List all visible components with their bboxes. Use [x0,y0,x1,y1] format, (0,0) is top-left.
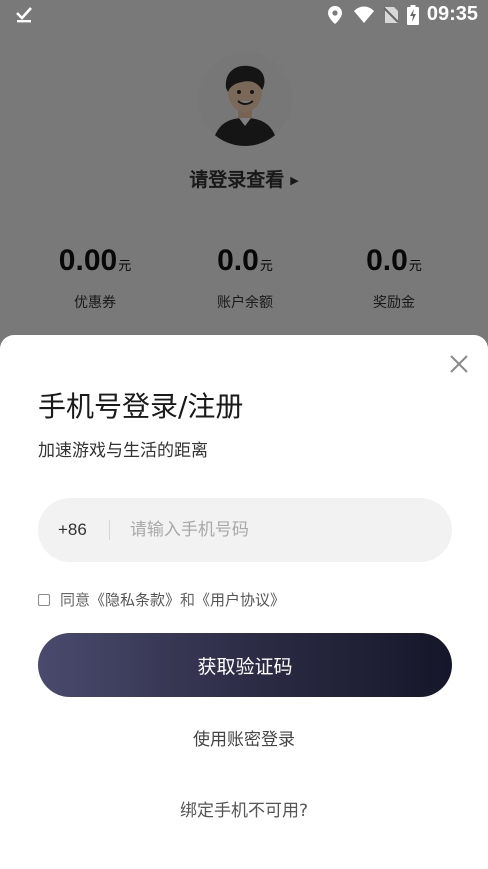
close-icon[interactable] [448,353,470,375]
agree-prefix: 同意 [60,591,91,609]
get-code-button[interactable]: 获取验证码 [38,633,452,697]
phone-input[interactable] [129,520,390,540]
agreement-row: 同意 《隐私条款》 和 《用户协议》 [38,589,285,610]
phone-field[interactable]: +86 [38,498,452,562]
agree-and: 和 [180,591,196,609]
sheet-title: 手机号登录/注册 [38,390,244,423]
battery-charging-icon [406,4,419,25]
status-time: 09:35 [426,3,478,25]
location-icon [325,5,345,25]
divider [108,520,110,540]
phone-unavailable-link[interactable]: 绑定手机不可用? [0,796,488,821]
agree-checkbox[interactable] [38,593,50,606]
privacy-link[interactable]: 《隐私条款》 [90,589,180,610]
password-login-link[interactable]: 使用账密登录 [0,725,488,750]
country-code[interactable]: +86 [58,520,87,540]
download-done-icon [14,4,34,29]
sheet-subtitle: 加速游戏与生活的距离 [38,441,208,461]
user-agreement-link[interactable]: 《用户协议》 [195,589,285,610]
wifi-icon [353,5,375,25]
no-sim-icon [383,5,399,25]
status-bar: 09:35 [0,0,488,34]
login-sheet: 手机号登录/注册 加速游戏与生活的距离 +86 同意 《隐私条款》 和 《用户协… [0,335,488,869]
